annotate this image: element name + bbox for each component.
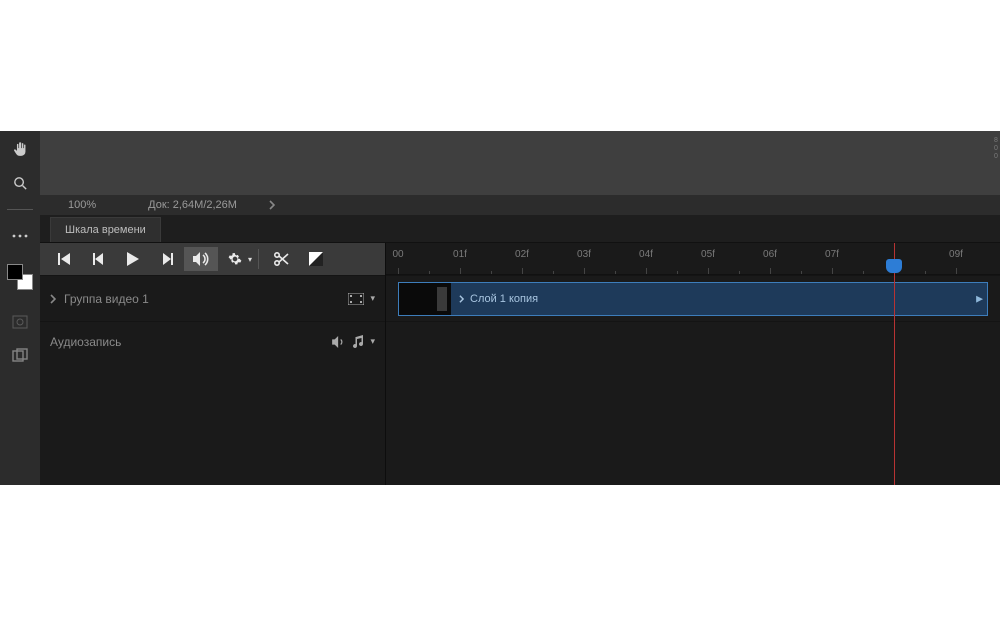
- ruler-tick-label: 07f: [825, 249, 839, 260]
- zoom-level[interactable]: 100%: [68, 199, 96, 211]
- chevron-right-icon[interactable]: [269, 200, 275, 210]
- ruler-tick-label: 03f: [577, 249, 591, 260]
- clip-label: Слой 1 копия: [470, 293, 538, 305]
- color-swatches[interactable]: [7, 264, 33, 290]
- canvas-area[interactable]: 8 0 0: [40, 131, 1000, 195]
- mask-icon[interactable]: [8, 310, 32, 334]
- layers-column: ▾ Группа видео 1 ▾: [40, 243, 386, 485]
- audio-toggle-button[interactable]: [184, 247, 218, 271]
- tools-palette: [0, 131, 40, 485]
- video-group-row[interactable]: Группа видео 1 ▾: [40, 275, 385, 321]
- hand-tool-icon[interactable]: [8, 137, 32, 161]
- audio-track-label: Аудиозапись: [50, 335, 332, 349]
- ruler-tick-label: 06f: [763, 249, 777, 260]
- audio-track-lane[interactable]: [386, 321, 1000, 361]
- clip-end-handle-icon[interactable]: ▶: [976, 294, 983, 305]
- filmstrip-icon[interactable]: [348, 293, 364, 305]
- app-screen: 8 0 0 100% Док: 2,64M/2,26M Шкала времен…: [0, 131, 1000, 485]
- ruler-tick-label: 01f: [453, 249, 467, 260]
- group-name: Группа видео 1: [64, 292, 348, 306]
- playhead[interactable]: [894, 243, 895, 485]
- music-note-icon[interactable]: [352, 335, 364, 349]
- separator: [258, 249, 259, 269]
- ruler-tick-label: 00: [392, 249, 403, 260]
- dropdown-caret-icon[interactable]: ▾: [248, 255, 252, 264]
- playhead-handle[interactable]: [886, 259, 902, 273]
- ruler-tick-label: 09f: [949, 249, 963, 260]
- clip-thumbnail: [399, 283, 451, 315]
- info-bar: 100% Док: 2,64M/2,26M: [40, 195, 1000, 215]
- dropdown-caret-icon[interactable]: ▾: [370, 336, 375, 347]
- ellipsis-icon[interactable]: [8, 224, 32, 248]
- video-track[interactable]: Слой 1 копия ▶: [386, 275, 1000, 321]
- foreground-swatch[interactable]: [7, 264, 23, 280]
- chevron-right-icon[interactable]: [459, 295, 464, 303]
- vertical-ruler-marks: 8 0 0: [992, 137, 1000, 161]
- settings-button[interactable]: [218, 247, 252, 271]
- chevron-right-icon[interactable]: [50, 294, 56, 304]
- time-ruler[interactable]: 00 01f 02f 03f 04f 05f 06f 07f 09f: [386, 243, 1000, 275]
- zoom-tool-icon[interactable]: [8, 171, 32, 195]
- split-button[interactable]: [265, 247, 299, 271]
- ruler-tick-label: 05f: [701, 249, 715, 260]
- timeline-panel: ▾ Группа видео 1 ▾: [40, 243, 1000, 485]
- playback-controls: ▾: [40, 243, 385, 275]
- artboards-icon[interactable]: [8, 344, 32, 368]
- separator: [7, 209, 33, 210]
- dropdown-caret-icon[interactable]: ▾: [370, 293, 375, 304]
- ruler-tick-label: 04f: [639, 249, 653, 260]
- speaker-icon[interactable]: [332, 336, 346, 348]
- step-back-button[interactable]: [82, 247, 116, 271]
- play-button[interactable]: [116, 247, 150, 271]
- ruler-tick-label: 02f: [515, 249, 529, 260]
- doc-size: Док: 2,64M/2,26M: [148, 199, 237, 211]
- transition-button[interactable]: [299, 247, 333, 271]
- step-forward-button[interactable]: [150, 247, 184, 271]
- video-clip[interactable]: Слой 1 копия ▶: [398, 282, 988, 316]
- audio-track-row[interactable]: Аудиозапись ▾: [40, 321, 385, 361]
- panel-tab-bar: Шкала времени: [40, 215, 1000, 243]
- go-to-start-button[interactable]: [48, 247, 82, 271]
- tab-timeline[interactable]: Шкала времени: [50, 217, 161, 242]
- timeline-area[interactable]: 00 01f 02f 03f 04f 05f 06f 07f 09f Слой 1 копия …: [386, 243, 1000, 485]
